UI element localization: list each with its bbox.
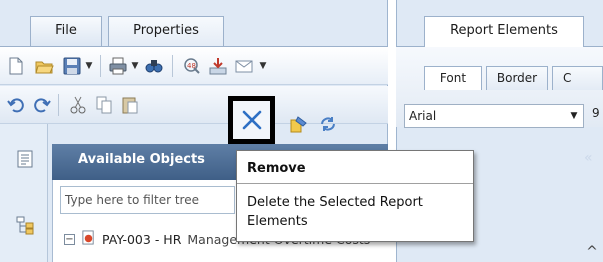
document-structure-icon[interactable] [12, 146, 38, 172]
subtab-partial[interactable]: C [552, 66, 603, 90]
font-family-value: Arial [409, 109, 437, 123]
svg-text:48: 48 [187, 62, 196, 70]
tab-properties-label: Properties [133, 23, 199, 38]
tooltip-title: Remove [247, 161, 306, 176]
tree-root-label: PAY-003 - HR [102, 231, 182, 247]
scroll-up-icon[interactable]: ^ [583, 244, 601, 262]
tab-report-elements[interactable]: Report Elements [424, 16, 584, 47]
copy-icon[interactable] [92, 93, 116, 117]
purge-icon[interactable] [316, 112, 340, 136]
filter-tree-input[interactable]: Type here to filter tree [60, 186, 235, 214]
report-icon [81, 230, 96, 248]
font-family-select[interactable]: Arial [404, 104, 584, 128]
remove-icon [240, 108, 264, 132]
remove-tooltip: Remove Delete the Selected Report Elemen… [236, 150, 474, 242]
tab-file-label: File [55, 23, 77, 38]
find-icon[interactable] [142, 54, 166, 78]
redo-icon[interactable] [30, 93, 54, 117]
tooltip-divider [237, 183, 473, 184]
side-panel-strip [0, 124, 48, 262]
tooltip-description: Delete the Selected Report Elements [247, 195, 423, 229]
format-painter-icon[interactable] [287, 112, 311, 136]
collapse-panel-icon[interactable]: « [584, 150, 593, 166]
chevron-down-icon[interactable]: ▼ [566, 104, 582, 128]
subtab-border[interactable]: Border [486, 66, 548, 90]
email-dropdown-icon[interactable]: ▼ [258, 54, 268, 78]
subtab-partial-label: C [563, 71, 572, 85]
email-icon[interactable] [232, 54, 256, 78]
subtab-font[interactable]: Font [424, 66, 482, 90]
available-objects-icon[interactable] [12, 212, 38, 238]
tab-report-elements-label: Report Elements [450, 23, 558, 38]
toolbar-separator [172, 55, 173, 77]
save-dropdown-icon[interactable]: ▼ [84, 54, 94, 78]
export-icon[interactable] [206, 54, 230, 78]
toolbar-separator [58, 94, 59, 116]
tab-file[interactable]: File [30, 16, 102, 46]
refresh-data-icon[interactable]: 48 [180, 54, 204, 78]
panel-title: Available Objects [78, 152, 205, 167]
subtab-border-label: Border [496, 71, 538, 85]
open-folder-icon[interactable] [32, 54, 56, 78]
tab-properties[interactable]: Properties [108, 16, 224, 46]
subtab-font-label: Font [439, 71, 467, 85]
save-icon[interactable] [60, 54, 84, 78]
toolbar-separator [100, 55, 101, 77]
cut-icon[interactable] [66, 93, 90, 117]
print-dropdown-icon[interactable]: ▼ [130, 54, 140, 78]
undo-icon[interactable] [4, 93, 28, 117]
toolbar-row-1: ▼ ▼ 48 ▼ [0, 47, 388, 85]
paste-icon[interactable] [118, 93, 142, 117]
new-document-icon[interactable] [4, 54, 28, 78]
remove-button[interactable] [228, 96, 275, 144]
print-icon[interactable] [106, 54, 130, 78]
collapse-icon[interactable]: − [64, 233, 75, 245]
font-size-partial[interactable]: 9 [592, 106, 600, 120]
